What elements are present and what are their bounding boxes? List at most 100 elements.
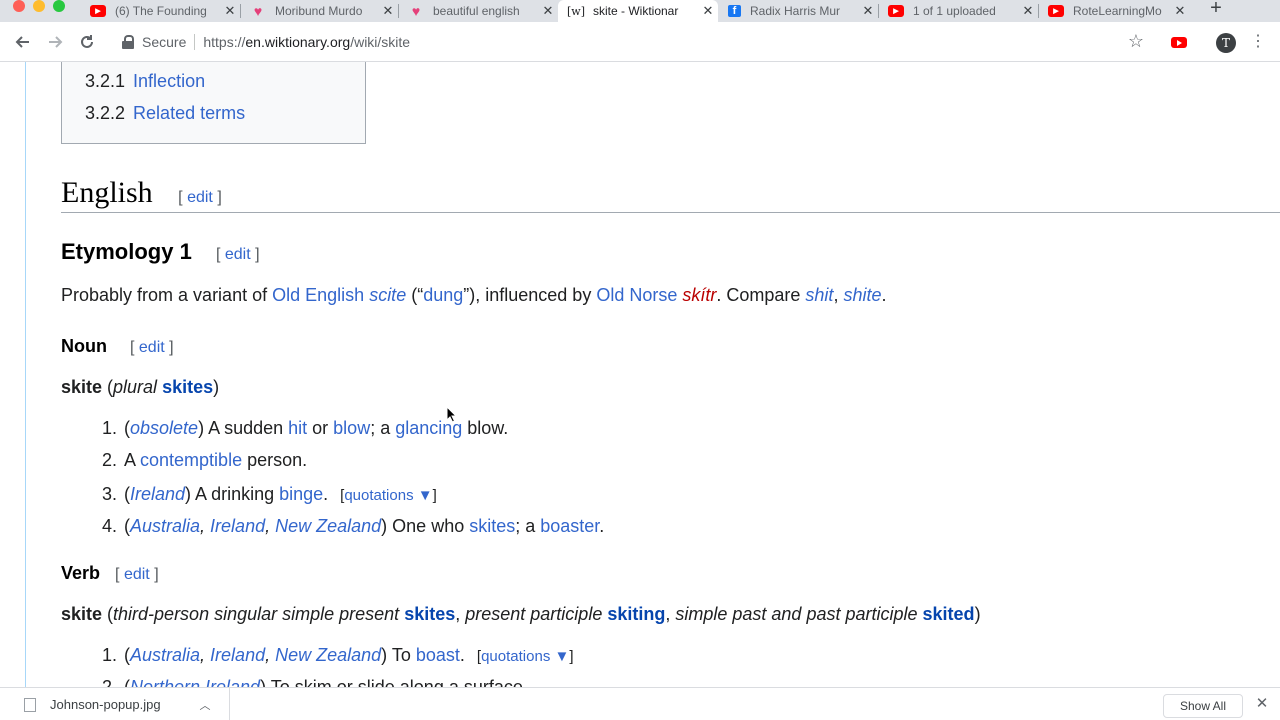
link-boast[interactable]: boast [416, 645, 460, 665]
text: (“ [406, 285, 424, 305]
tab-moribund[interactable]: ♥ Moribund Murdo ✕ [240, 0, 398, 22]
link-skites[interactable]: skites [469, 516, 515, 536]
label-northern-ireland[interactable]: Northern Ireland [130, 677, 260, 687]
link-dung[interactable]: dung [423, 285, 463, 305]
maximize-window-button[interactable] [53, 0, 65, 12]
close-tab-icon[interactable]: ✕ [1018, 3, 1038, 19]
link-skited[interactable]: skited [923, 604, 975, 624]
link-old-english[interactable]: Old English [272, 285, 364, 305]
file-icon [24, 697, 36, 712]
tab-title: 1 of 1 uploaded [913, 4, 996, 18]
toc-link[interactable]: Related terms [133, 103, 245, 123]
address-bar[interactable]: Secure https://en.wiktionary.org/wiki/sk… [112, 27, 1154, 57]
link-skites[interactable]: skites [162, 377, 213, 397]
close-tab-icon[interactable]: ✕ [378, 3, 398, 19]
tab-uploaded[interactable]: ▶ 1 of 1 uploaded ✕ [878, 0, 1038, 22]
heart-icon: ♥ [411, 3, 421, 19]
tab-rote-learning[interactable]: ▶ RoteLearningMo ✕ [1038, 0, 1190, 22]
triangle-down-icon: ▼ [417, 487, 433, 504]
label-obsolete[interactable]: obsolete [130, 418, 198, 438]
youtube-icon: ▶ [888, 5, 904, 17]
close-tab-icon[interactable]: ✕ [220, 3, 240, 19]
redlink-skitr[interactable]: skítr [682, 285, 716, 305]
lock-icon [122, 35, 134, 49]
minimize-window-button[interactable] [33, 0, 45, 12]
link-boaster[interactable]: boaster [540, 516, 599, 536]
tab-title: RoteLearningMo [1073, 4, 1162, 18]
youtube-icon: ▶ [1048, 5, 1064, 17]
label-australia[interactable]: Australia [130, 516, 200, 536]
toc-item-related-terms[interactable]: 3.2.2 Related terms [85, 103, 245, 124]
link-contemptible[interactable]: contemptible [140, 450, 242, 470]
kebab-menu-icon[interactable]: ⋮ [1250, 32, 1266, 52]
verb-definition-2: 2. (Northern Ireland) To skim or slide al… [102, 677, 528, 687]
quotations-link[interactable]: quotations [344, 487, 413, 504]
edit-link[interactable]: edit [124, 566, 150, 583]
link-skiting[interactable]: skiting [607, 604, 665, 624]
close-window-button[interactable] [13, 0, 25, 12]
url-text[interactable]: https://en.wiktionary.org/wiki/skite [203, 34, 410, 50]
edit-section-verb: [ edit ] [115, 566, 159, 583]
plural-label: plural [113, 377, 158, 397]
close-tab-icon[interactable]: ✕ [1170, 3, 1190, 19]
mouse-cursor-icon [447, 407, 457, 423]
youtube-extension-icon[interactable] [1171, 37, 1187, 48]
heading-verb: Verb [ edit ] [61, 563, 159, 584]
back-arrow-icon[interactable] [13, 32, 33, 52]
close-tab-icon[interactable]: ✕ [698, 3, 718, 19]
label-ireland[interactable]: Ireland [130, 484, 185, 504]
quotations-toggle[interactable]: [quotations ▼] [477, 648, 574, 665]
edit-link[interactable]: edit [225, 246, 251, 263]
profile-avatar[interactable]: T [1216, 33, 1236, 53]
edit-section-noun: [ edit ] [130, 339, 174, 356]
quotations-link[interactable]: quotations [481, 648, 550, 665]
forward-arrow-icon[interactable] [45, 32, 65, 52]
text: . [323, 484, 329, 504]
label-ireland[interactable]: Ireland [210, 516, 265, 536]
chevron-up-icon[interactable]: ︿ [195, 697, 215, 713]
text: A [124, 450, 141, 470]
url-host: en.wiktionary.org [245, 34, 351, 50]
link-blow[interactable]: blow [333, 418, 370, 438]
download-item[interactable]: Johnson-popup.jpg ︿ [0, 688, 230, 720]
link-old-norse[interactable]: Old Norse [596, 285, 677, 305]
text: . [459, 645, 465, 665]
download-shelf: Johnson-popup.jpg ︿ Show All ✕ [0, 687, 1280, 720]
edit-link[interactable]: edit [187, 189, 213, 206]
edit-link[interactable]: edit [139, 339, 165, 356]
bracket: ] [217, 189, 222, 206]
label-ireland[interactable]: Ireland [210, 645, 265, 665]
label-new-zealand[interactable]: New Zealand [275, 516, 381, 536]
link-binge[interactable]: binge [279, 484, 323, 504]
tab-founding[interactable]: ▶ (6) The Founding ✕ [80, 0, 240, 22]
reload-icon[interactable] [77, 32, 97, 52]
verb-definition-1: 1. (Australia, Ireland, New Zealand) To b… [102, 645, 574, 665]
tab-skite-wiktionary[interactable]: [w] skite - Wiktionar ✕ [558, 0, 718, 22]
def-number: 4. [102, 516, 118, 536]
quotations-toggle[interactable]: [quotations ▼] [340, 487, 437, 504]
verb-headword-line: skite (third-person singular simple pres… [61, 604, 981, 624]
browser-toolbar: Secure https://en.wiktionary.org/wiki/sk… [0, 22, 1280, 62]
heading-noun: Noun [ edit ] [61, 336, 174, 357]
tab-beautiful-english[interactable]: ♥ beautiful english ✕ [398, 0, 558, 22]
toc-item-inflection[interactable]: 3.2.1 Inflection [85, 71, 205, 92]
close-tab-icon[interactable]: ✕ [538, 3, 558, 19]
text: . Compare [716, 285, 806, 305]
toc-link[interactable]: Inflection [133, 71, 205, 91]
heading-text: English [61, 176, 153, 209]
heading-etymology: Etymology 1 [ edit ] [61, 239, 260, 265]
tab-radix-harris[interactable]: f Radix Harris Mur ✕ [718, 0, 878, 22]
close-icon[interactable]: ✕ [1254, 696, 1270, 712]
link-skites[interactable]: skites [404, 604, 455, 624]
label-new-zealand[interactable]: New Zealand [275, 645, 381, 665]
link-hit[interactable]: hit [288, 418, 307, 438]
link-shit[interactable]: shit [805, 285, 833, 305]
link-shite[interactable]: shite [843, 285, 881, 305]
new-tab-button[interactable]: + [1206, 0, 1226, 20]
label-australia[interactable]: Australia [130, 645, 200, 665]
close-tab-icon[interactable]: ✕ [858, 3, 878, 19]
text: or [307, 418, 334, 438]
bookmark-star-icon[interactable]: ☆ [1128, 31, 1144, 52]
link-scite[interactable]: scite [369, 285, 406, 305]
show-all-button[interactable]: Show All [1163, 694, 1243, 718]
